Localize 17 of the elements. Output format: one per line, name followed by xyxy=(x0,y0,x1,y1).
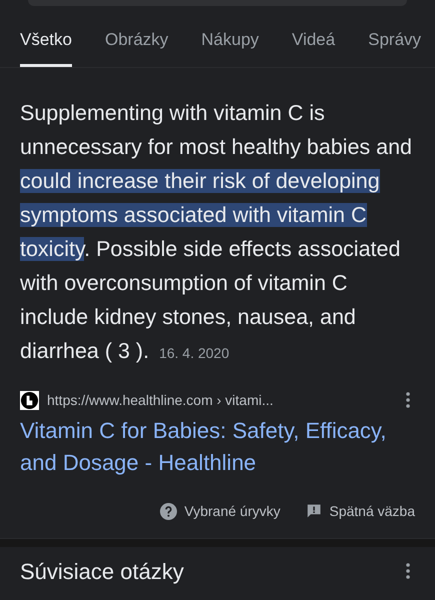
snippet-date: 16. 4. 2020 xyxy=(159,344,230,360)
tab[interactable]: Všetko xyxy=(20,27,72,66)
result-url: https://www.healthline.com › vitami... xyxy=(47,390,274,410)
result-title-link[interactable]: Vitamin C for Babies: Safety, Efficacy, and Dosage - Healthline xyxy=(0,414,435,478)
more-options-icon[interactable] xyxy=(406,563,410,579)
help-icon xyxy=(160,502,178,520)
site-logo-icon xyxy=(20,390,39,410)
footer-link[interactable]: Vybrané úryvky xyxy=(160,500,280,522)
section-heading: Súvisiace otázky xyxy=(20,558,185,586)
tab[interactable]: Videá xyxy=(292,27,336,66)
tab[interactable]: Správy xyxy=(368,27,422,66)
tab[interactable]: Obrázky xyxy=(104,27,168,66)
snippet-text: Supplementing with vitamin C is unnecessary for most healthy babies and could increase their risk of developing symptoms associated with vitamin C toxicity. Possible side effects associated with overconsumption of vitamin C include kidney stones, nausea, and diarrhea ( 3 ). 16. 4. 2020 xyxy=(19,100,414,364)
more-options-icon[interactable] xyxy=(406,392,410,408)
feedback-icon xyxy=(306,503,322,519)
tab[interactable]: Nákupy xyxy=(201,27,259,66)
footer-link[interactable]: Spätná väzba xyxy=(306,500,415,522)
